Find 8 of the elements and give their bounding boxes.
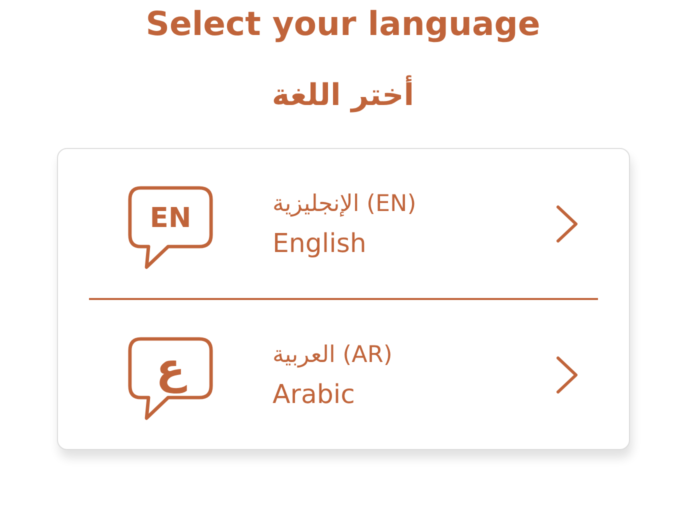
language-name: English: [272, 228, 368, 260]
page-subtitle: أختر اللغة: [272, 74, 414, 118]
chevron-right-icon: [554, 204, 578, 244]
language-native-name: العربية (AR): [272, 340, 394, 370]
chevron-right-icon: [554, 354, 578, 394]
language-name: Arabic: [272, 378, 356, 412]
language-native-name: الإنجليزية (EN): [272, 190, 418, 219]
page-title: Select your language: [146, 3, 540, 45]
